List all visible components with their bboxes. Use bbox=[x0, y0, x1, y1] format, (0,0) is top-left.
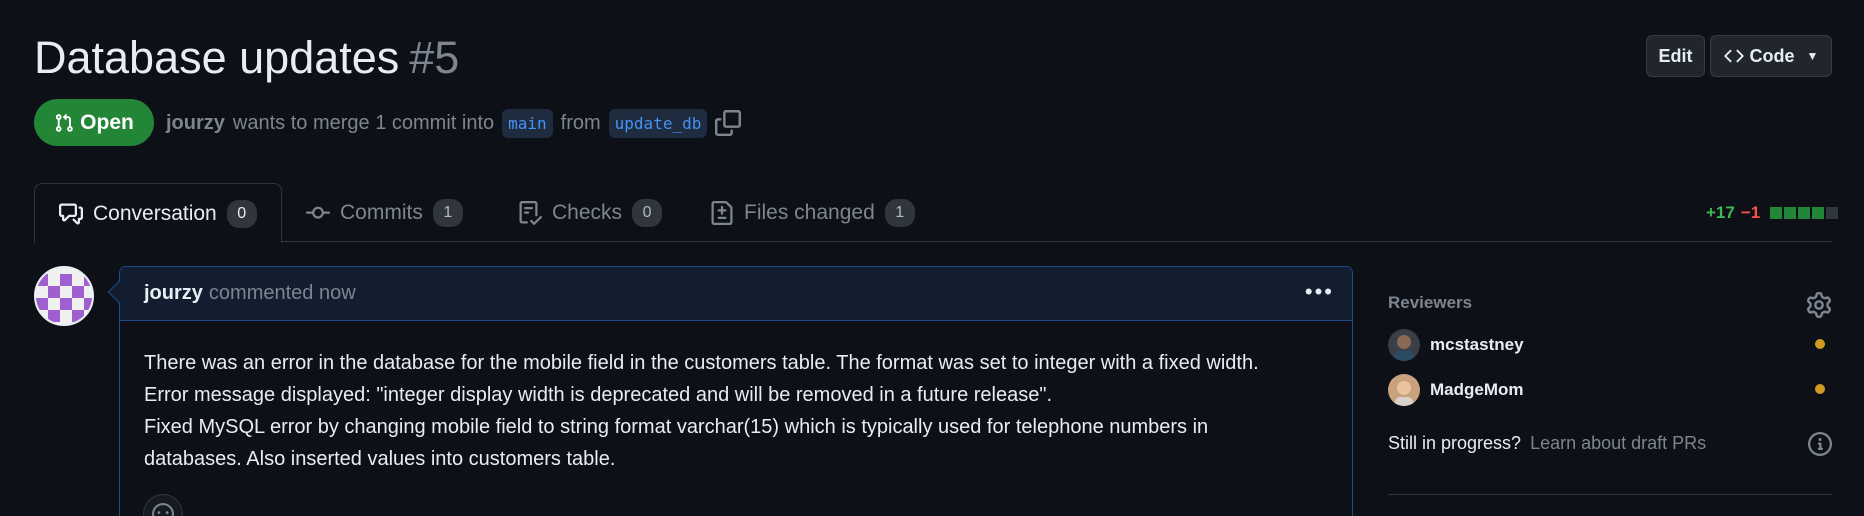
draft-prs-link[interactable]: Learn about draft PRs bbox=[1530, 433, 1706, 453]
copy-icon[interactable] bbox=[715, 110, 742, 136]
kebab-menu-icon[interactable]: ••• bbox=[1305, 279, 1334, 305]
pending-review-icon bbox=[1815, 384, 1825, 394]
additions-count: +17 bbox=[1706, 203, 1735, 222]
diff-block bbox=[1770, 207, 1783, 219]
deletions-count: −1 bbox=[1740, 203, 1761, 222]
comment-line: databases. Also inserted values into cus… bbox=[144, 448, 616, 470]
diff-block bbox=[1826, 207, 1839, 219]
comment-timestamp[interactable]: commented now bbox=[209, 282, 356, 305]
tab-counter: 1 bbox=[432, 198, 463, 227]
comment-header: jourzy commented now ••• bbox=[120, 267, 1352, 321]
reviewer-name: MadgeMom bbox=[1430, 380, 1524, 399]
checks-icon bbox=[519, 200, 542, 225]
tab-label: Conversation bbox=[93, 201, 217, 225]
edit-button-label: Edit bbox=[1658, 45, 1693, 66]
reviewer-row[interactable]: MadgeMom bbox=[1388, 374, 1524, 406]
author-link[interactable]: jourzy bbox=[166, 112, 225, 135]
tab-files-changed[interactable]: Files changed 1 bbox=[686, 183, 939, 242]
tab-label: Files changed bbox=[744, 200, 875, 224]
comment-line: Fixed MySQL error by changing mobile fie… bbox=[144, 416, 1209, 438]
commit-icon bbox=[306, 206, 330, 219]
base-branch[interactable]: main bbox=[502, 108, 553, 138]
pr-title: Database updates bbox=[34, 32, 400, 83]
tab-counter: 0 bbox=[226, 199, 257, 228]
avatar bbox=[1388, 374, 1420, 406]
reviewer-row[interactable]: mcstastney bbox=[1388, 329, 1524, 361]
reviewer-name: mcstastney bbox=[1430, 335, 1524, 354]
tab-counter: 0 bbox=[632, 198, 663, 227]
diffstat-blocks bbox=[1770, 207, 1839, 219]
page-title: Database updates #5 bbox=[34, 30, 459, 86]
tab-counter: 1 bbox=[884, 198, 915, 227]
comment-card: jourzy commented now ••• There was an er… bbox=[119, 266, 1353, 516]
sidebar-divider bbox=[1388, 494, 1832, 495]
pr-number: #5 bbox=[409, 32, 460, 83]
gear-icon[interactable] bbox=[1806, 292, 1832, 318]
comment-line: Error message displayed: "integer displa… bbox=[144, 384, 1053, 406]
tab-label: Commits bbox=[340, 200, 423, 224]
status-badge: Open bbox=[34, 99, 154, 146]
diffstat: +17 −1 bbox=[1706, 203, 1839, 223]
from-text: from bbox=[560, 111, 601, 134]
code-button-label: Code bbox=[1749, 45, 1795, 66]
draft-prompt: Still in progress? bbox=[1388, 433, 1522, 453]
comment-line: There was an error in the database for t… bbox=[144, 352, 1259, 374]
tab-checks[interactable]: Checks 0 bbox=[494, 183, 686, 242]
pending-review-icon bbox=[1815, 339, 1825, 349]
code-button[interactable]: Code ▼ bbox=[1710, 35, 1832, 77]
tab-commits[interactable]: Commits 1 bbox=[282, 183, 487, 242]
smiley-icon bbox=[152, 503, 174, 516]
draft-hint: Still in progress? Learn about draft PRs bbox=[1388, 433, 1706, 454]
comment-body: There was an error in the database for t… bbox=[120, 321, 1352, 475]
caret-down-icon: ▼ bbox=[1806, 49, 1819, 63]
identicon bbox=[36, 268, 92, 324]
file-diff-icon bbox=[711, 200, 733, 225]
pull-request-icon bbox=[56, 113, 73, 132]
edit-button[interactable]: Edit bbox=[1646, 35, 1705, 77]
comment-author[interactable]: jourzy bbox=[144, 282, 203, 305]
merge-text: wants to merge 1 commit into bbox=[232, 111, 495, 134]
info-icon[interactable] bbox=[1808, 432, 1832, 456]
avatar[interactable] bbox=[34, 266, 94, 326]
avatar bbox=[1388, 329, 1420, 361]
status-label: Open bbox=[80, 110, 134, 134]
reviewers-heading: Reviewers bbox=[1388, 293, 1473, 312]
head-branch[interactable]: update_db bbox=[608, 108, 708, 138]
conversation-icon bbox=[59, 203, 83, 224]
diff-block bbox=[1812, 207, 1825, 219]
diff-block bbox=[1798, 207, 1811, 219]
code-icon bbox=[1723, 49, 1744, 63]
diff-block bbox=[1784, 207, 1797, 219]
tab-label: Checks bbox=[552, 200, 623, 224]
pr-meta: jourzy wants to merge 1 commit into main… bbox=[166, 106, 742, 140]
tab-conversation[interactable]: Conversation 0 bbox=[34, 183, 282, 243]
